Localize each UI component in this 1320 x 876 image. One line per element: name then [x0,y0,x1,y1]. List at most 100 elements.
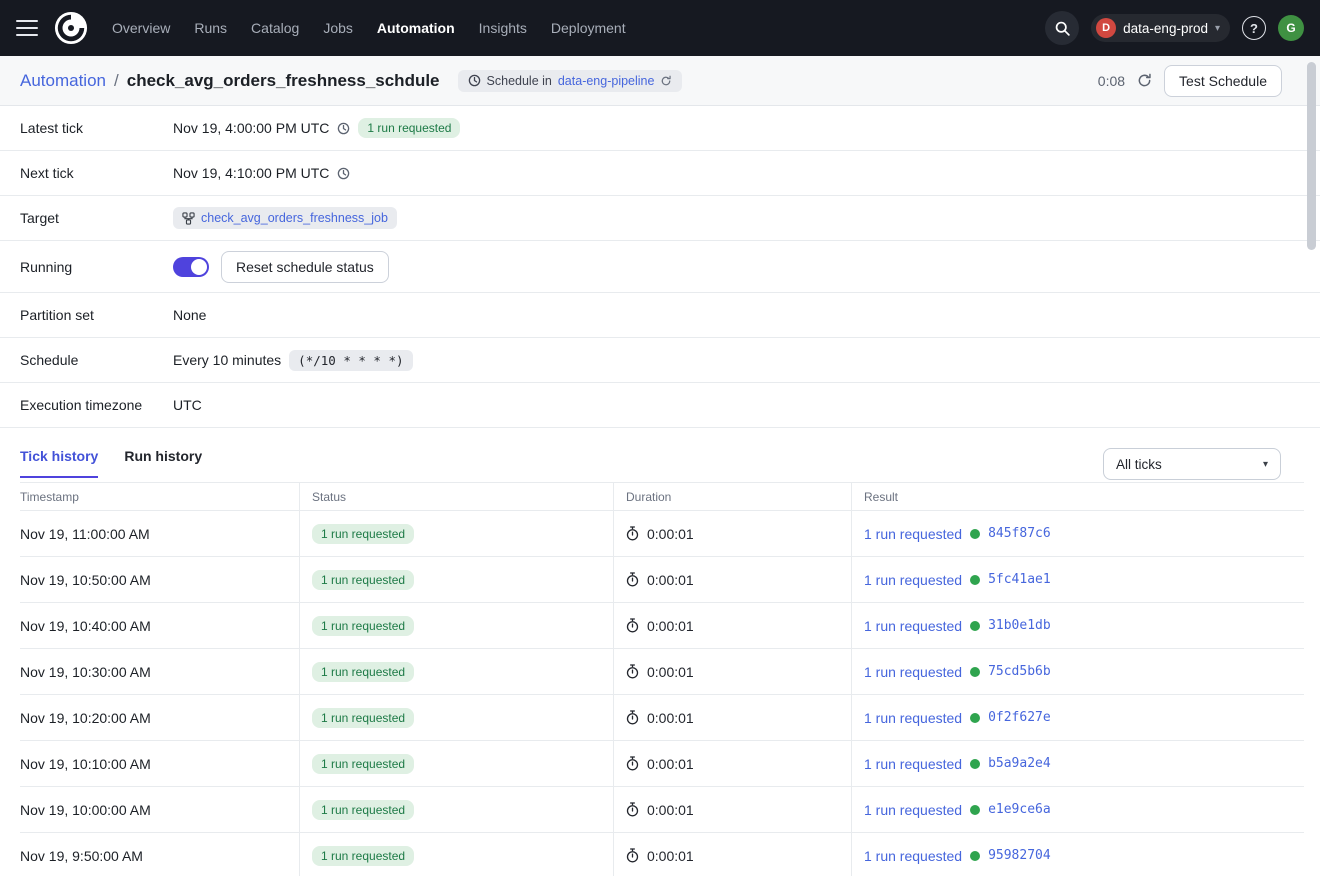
latest-tick-status-badge: 1 run requested [358,118,460,138]
stopwatch-icon [626,756,639,771]
tick-timestamp: Nov 19, 10:30:00 AM [20,664,151,680]
search-button[interactable] [1045,11,1079,45]
next-tick-label: Next tick [20,165,173,181]
latest-tick-value: Nov 19, 4:00:00 PM UTC [173,120,329,136]
target-label: Target [20,210,173,226]
tick-table-body: Nov 19, 11:00:00 AM 1 run requested 0:00… [20,511,1304,876]
tab-run-history[interactable]: Run history [124,448,202,478]
cron-expression: (*/10 * * * *) [289,350,412,371]
workspace-name: data-eng-prod [1123,21,1208,36]
tick-table-row[interactable]: Nov 19, 11:00:00 AM 1 run requested 0:00… [20,511,1304,557]
tick-duration: 0:00:01 [647,710,694,726]
run-id-link[interactable]: 5fc41ae1 [988,572,1051,587]
run-id-link[interactable]: 845f87c6 [988,526,1051,541]
tick-result-link[interactable]: 1 run requested [864,848,962,864]
nav-item-runs[interactable]: Runs [194,20,227,36]
clock-icon [468,74,481,87]
timezone-label: Execution timezone [20,397,173,413]
test-schedule-button[interactable]: Test Schedule [1164,65,1282,97]
run-id-link[interactable]: 31b0e1db [988,618,1051,633]
tick-result-link[interactable]: 1 run requested [864,710,962,726]
help-button[interactable]: ? [1242,16,1266,40]
run-id-link[interactable]: 75cd5b6b [988,664,1051,679]
running-toggle[interactable] [173,257,209,277]
nav-item-deployment[interactable]: Deployment [551,20,626,36]
target-job-link[interactable]: check_avg_orders_freshness_job [201,211,388,225]
reload-icon[interactable] [660,75,672,87]
run-id-link[interactable]: 0f2f627e [988,710,1051,725]
vertical-scrollbar[interactable] [1307,62,1316,250]
tick-table-row[interactable]: Nov 19, 10:50:00 AM 1 run requested 0:00… [20,557,1304,603]
run-id-link[interactable]: 95982704 [988,848,1051,863]
tick-timestamp: Nov 19, 10:00:00 AM [20,802,151,818]
search-icon [1054,20,1071,37]
tick-duration: 0:00:01 [647,572,694,588]
context-badge-prefix: Schedule in [487,74,552,88]
breadcrumb-separator: / [114,71,119,91]
tick-table-row[interactable]: Nov 19, 10:20:00 AM 1 run requested 0:00… [20,695,1304,741]
tick-status-badge: 1 run requested [312,846,414,866]
tick-status-badge: 1 run requested [312,708,414,728]
toggle-knob [191,259,207,275]
tick-timestamp: Nov 19, 9:50:00 AM [20,848,143,864]
schedule-context-badge: Schedule in data-eng-pipeline [458,70,683,92]
tick-duration: 0:00:01 [647,848,694,864]
partition-set-row: Partition set None [0,293,1320,338]
tick-result-link[interactable]: 1 run requested [864,572,962,588]
tick-timestamp: Nov 19, 10:40:00 AM [20,618,151,634]
run-success-dot-icon [970,759,980,769]
run-id-link[interactable]: e1e9ce6a [988,802,1051,817]
next-tick-value: Nov 19, 4:10:00 PM UTC [173,165,329,181]
tick-duration: 0:00:01 [647,802,694,818]
nav-items: Overview Runs Catalog Jobs Automation Insight… [112,20,626,36]
latest-tick-label: Latest tick [20,120,173,136]
user-avatar[interactable]: G [1278,15,1304,41]
next-tick-row: Next tick Nov 19, 4:10:00 PM UTC [0,151,1320,196]
workspace-switcher[interactable]: D data-eng-prod ▾ [1091,14,1230,42]
reset-schedule-status-button[interactable]: Reset schedule status [221,251,389,283]
partition-set-label: Partition set [20,307,173,323]
nav-item-jobs[interactable]: Jobs [323,20,353,36]
navbar-right: D data-eng-prod ▾ ? G [1045,11,1304,45]
clock-icon [337,167,350,180]
tick-duration: 0:00:01 [647,526,694,542]
nav-item-insights[interactable]: Insights [479,20,527,36]
tick-table-row[interactable]: Nov 19, 10:00:00 AM 1 run requested 0:00… [20,787,1304,833]
schedule-details: Latest tick Nov 19, 4:00:00 PM UTC 1 run… [0,106,1320,428]
tick-table-row[interactable]: Nov 19, 10:40:00 AM 1 run requested 0:00… [20,603,1304,649]
hamburger-menu-icon[interactable] [16,20,38,36]
tick-filter-select[interactable]: All ticks ▾ [1103,448,1281,480]
tick-timestamp: Nov 19, 10:20:00 AM [20,710,151,726]
page-header: Automation / check_avg_orders_freshness_… [0,56,1320,106]
tick-table-row[interactable]: Nov 19, 10:30:00 AM 1 run requested 0:00… [20,649,1304,695]
target-row: Target check_avg_orders_freshness_job [0,196,1320,241]
stopwatch-icon [626,618,639,633]
nav-item-overview[interactable]: Overview [112,20,170,36]
tick-result-link[interactable]: 1 run requested [864,756,962,772]
nav-item-catalog[interactable]: Catalog [251,20,299,36]
run-success-dot-icon [970,529,980,539]
tab-tick-history[interactable]: Tick history [20,448,98,478]
context-badge-pipeline-link[interactable]: data-eng-pipeline [558,74,655,88]
header-timestamp: Timestamp [20,483,299,510]
stopwatch-icon [626,848,639,863]
refresh-icon[interactable] [1137,73,1152,88]
history-tabs-row: Tick history Run history All ticks ▾ [0,428,1320,480]
tick-status-badge: 1 run requested [312,616,414,636]
run-id-link[interactable]: b5a9a2e4 [988,756,1051,771]
schedule-label: Schedule [20,352,173,368]
page-title: check_avg_orders_freshness_schdule [127,71,440,91]
chevron-down-icon: ▾ [1263,459,1268,470]
timezone-value: UTC [173,397,202,413]
schedule-row: Schedule Every 10 minutes (*/10 * * * *) [0,338,1320,383]
tick-result-link[interactable]: 1 run requested [864,526,962,542]
tick-table-row[interactable]: Nov 19, 9:50:00 AM 1 run requested 0:00:… [20,833,1304,876]
target-job-pill: check_avg_orders_freshness_job [173,207,397,229]
tick-result-link[interactable]: 1 run requested [864,802,962,818]
nav-item-automation[interactable]: Automation [377,20,455,36]
breadcrumb-automation-link[interactable]: Automation [20,71,106,91]
tick-result-link[interactable]: 1 run requested [864,618,962,634]
tick-result-link[interactable]: 1 run requested [864,664,962,680]
tick-table-row[interactable]: Nov 19, 10:10:00 AM 1 run requested 0:00… [20,741,1304,787]
clock-icon [337,122,350,135]
